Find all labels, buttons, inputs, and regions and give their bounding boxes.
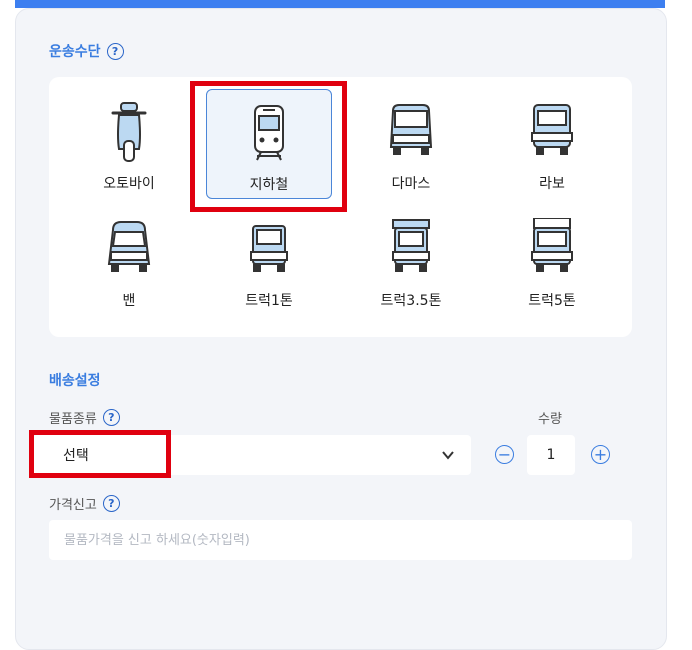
vehicle-label: 다마스 bbox=[391, 176, 431, 192]
help-icon[interactable]: ? bbox=[102, 495, 120, 512]
vehicle-option-damas[interactable]: 다마스 bbox=[348, 89, 474, 199]
vehicle-option-subway[interactable]: 지하철 bbox=[206, 89, 332, 199]
quantity-decrease-button[interactable]: − bbox=[495, 445, 514, 464]
transport-section-label: 운송수단 bbox=[49, 44, 101, 60]
truck-3-5t-icon bbox=[392, 219, 430, 272]
vehicle-label: 트럭1톤 bbox=[245, 293, 293, 309]
chevron-down-icon bbox=[442, 451, 454, 460]
help-icon[interactable]: ? bbox=[106, 42, 124, 60]
quantity-label: 수량 bbox=[538, 412, 562, 427]
mini-truck-icon bbox=[531, 104, 573, 155]
truck-5t-icon bbox=[531, 218, 573, 272]
item-type-label: 물품종류 bbox=[49, 412, 97, 427]
quantity-increase-button[interactable]: + bbox=[591, 445, 610, 464]
item-type-label-row: 물품종류 ? bbox=[49, 408, 120, 427]
vehicle-selector: 오토바이 지하철 다마스 라보 밴 트럭1톤 트럭3.5톤 트럭5톤 bbox=[49, 77, 632, 337]
item-type-select[interactable]: 선택 bbox=[33, 435, 471, 475]
vehicle-option-van[interactable]: 밴 bbox=[66, 206, 192, 316]
van-icon bbox=[107, 221, 151, 272]
vehicle-label: 트럭3.5톤 bbox=[380, 293, 442, 309]
price-label-row: 가격신고 ? bbox=[49, 494, 120, 513]
vehicle-option-truck-3-5t[interactable]: 트럭3.5톤 bbox=[348, 206, 474, 316]
price-input[interactable] bbox=[49, 520, 632, 560]
subway-icon bbox=[254, 105, 284, 161]
quantity-input[interactable]: 1 bbox=[527, 435, 575, 475]
help-icon[interactable]: ? bbox=[102, 409, 120, 426]
vehicle-label: 라보 bbox=[539, 176, 565, 192]
motorcycle-icon bbox=[111, 102, 147, 162]
vehicle-option-labo[interactable]: 라보 bbox=[489, 89, 615, 199]
vehicle-option-truck-5t[interactable]: 트럭5톤 bbox=[489, 206, 615, 316]
vehicle-option-truck-1t[interactable]: 트럭1톤 bbox=[206, 206, 332, 316]
top-accent-bar bbox=[15, 0, 665, 8]
item-type-selected-value: 선택 bbox=[63, 448, 89, 464]
truck-1t-icon bbox=[250, 225, 288, 272]
vehicle-label: 밴 bbox=[122, 293, 136, 309]
price-label: 가격신고 bbox=[49, 498, 97, 513]
vehicle-label: 지하철 bbox=[249, 177, 289, 193]
vehicle-label: 트럭5톤 bbox=[528, 293, 576, 309]
minivan-icon bbox=[389, 104, 433, 155]
transport-section-title: 운송수단 ? bbox=[49, 41, 124, 61]
vehicle-label: 오토바이 bbox=[103, 176, 155, 192]
vehicle-option-motorcycle[interactable]: 오토바이 bbox=[66, 89, 192, 199]
delivery-section-title: 배송설정 bbox=[49, 373, 101, 389]
